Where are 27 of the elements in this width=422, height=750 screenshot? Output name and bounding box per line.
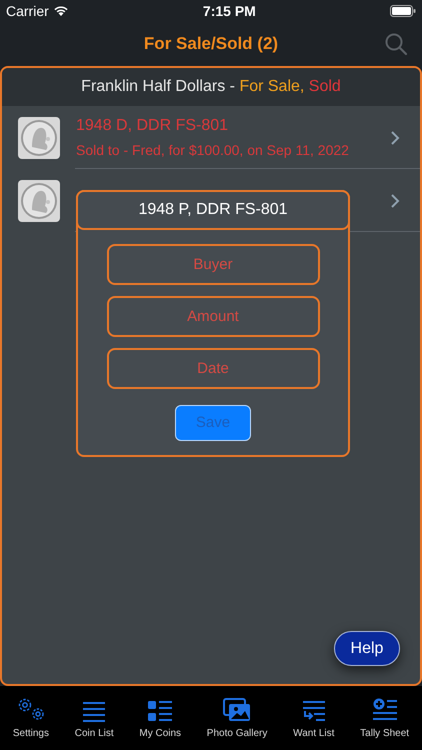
tab-button[interactable]: Photo Gallery (204, 696, 270, 741)
list-header: Franklin Half Dollars - For Sale, Sold (2, 68, 420, 106)
photos-icon (223, 698, 252, 722)
battery-icon (390, 5, 416, 17)
tab-button[interactable]: Coin List (72, 696, 116, 741)
input-field[interactable]: Date (106, 348, 320, 389)
status-time: 7:15 PM (202, 2, 256, 20)
chevron-icon (390, 192, 400, 208)
search-icon[interactable] (384, 32, 408, 56)
carrier-label: Carrier (6, 2, 49, 20)
tab-button[interactable]: Want List (291, 696, 336, 741)
dialog-title: 1948 P, DDR FS-801 (76, 190, 350, 230)
tab-button[interactable]: Settings (10, 696, 51, 741)
bulleted-list-icon (148, 700, 172, 722)
list-arrow-icon (302, 700, 326, 722)
tab-button[interactable]: My Coins (137, 696, 184, 741)
sale-details: Sold to - Fred, for $100.00, on Sep 11, 2022 (76, 141, 350, 160)
chevron-icon (390, 130, 400, 146)
coin-title: 1948 D, DDR FS-801 (76, 116, 230, 136)
input-field[interactable]: Amount (106, 296, 320, 337)
nav-title: For Sale/Sold (2) (144, 33, 278, 56)
tab-button[interactable]: Tally Sheet (358, 696, 412, 741)
add-list-icon (372, 698, 397, 722)
input-field[interactable]: Buyer (106, 244, 320, 285)
help-button[interactable]: Help (334, 631, 400, 666)
list-icon (82, 700, 106, 722)
wifi-icon (52, 5, 69, 17)
